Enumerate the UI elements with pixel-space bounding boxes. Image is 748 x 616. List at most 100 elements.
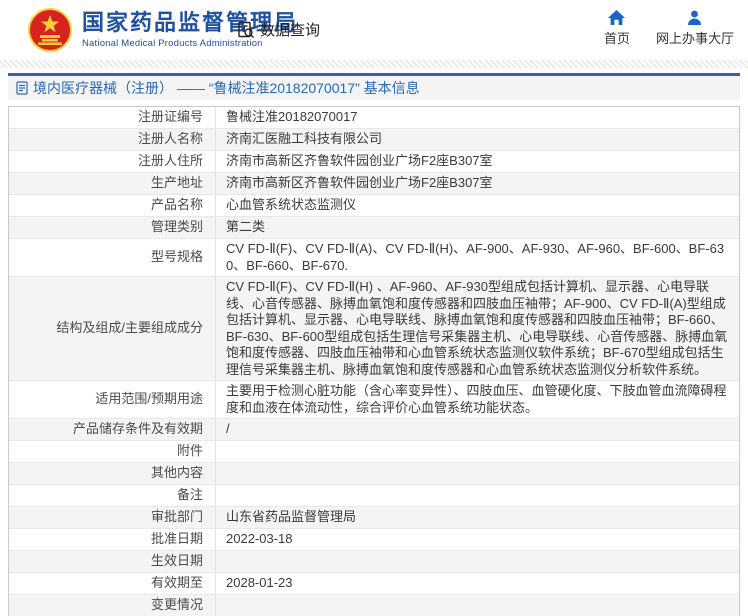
row-value-text: 济南市高新区齐鲁软件园创业广场F2座B307室 — [226, 175, 493, 192]
row-label: 产品名称 — [9, 195, 216, 216]
header-divider — [0, 60, 748, 68]
row-value: 鲁械注准20182070017 — [216, 107, 739, 128]
row-label-text: 审批部门 — [151, 509, 203, 526]
table-row: 生产地址 济南市高新区齐鲁软件园创业广场F2座B307室 — [9, 173, 739, 195]
row-value-text: 2028-01-23 — [226, 575, 293, 592]
row-label-text: 附件 — [177, 443, 203, 460]
row-label-text: 有效期至 — [151, 575, 203, 592]
table-row: 附件 — [9, 441, 739, 463]
row-value: 济南市高新区齐鲁软件园创业广场F2座B307室 — [216, 151, 739, 172]
page-title: 境内医疗器械（注册） —— “鲁械注准20182070017” 基本信息 — [33, 78, 420, 98]
row-label: 生产地址 — [9, 173, 216, 194]
row-label: 注册证编号 — [9, 107, 216, 128]
home-icon — [608, 10, 625, 25]
row-label-text: 结构及组成/主要组成成分 — [56, 320, 203, 337]
row-label-text: 注册人住所 — [138, 153, 203, 170]
row-value-text: 鲁械注准20182070017 — [226, 109, 358, 126]
table-row: 适用范围/预期用途 主要用于检测心脏功能（含心率变异性）、四肢血压、血管硬化度、下… — [9, 381, 739, 419]
row-label: 注册人住所 — [9, 151, 216, 172]
table-row: 变更情况 — [9, 595, 739, 616]
table-row: 产品名称 心血管系统状态监测仪 — [9, 195, 739, 217]
row-value: 济南汇医融工科技有限公司 — [216, 129, 739, 150]
table-row: 型号规格 CV FD-Ⅱ(F)、CV FD-Ⅱ(A)、CV FD-Ⅱ(H)、AF-… — [9, 239, 739, 277]
row-label-text: 注册证编号 — [138, 109, 203, 126]
row-label: 变更情况 — [9, 595, 216, 616]
row-value-text: / — [226, 421, 230, 438]
row-label: 结构及组成/主要组成成分 — [9, 277, 216, 380]
page-title-bar: 境内医疗器械（注册） —— “鲁械注准20182070017” 基本信息 — [8, 73, 740, 100]
site-header: 国家药品监督管理局 National Medical Products Admi… — [0, 0, 748, 60]
row-label-text: 产品名称 — [151, 197, 203, 214]
row-value-text: 2022-03-18 — [226, 531, 293, 548]
row-label: 管理类别 — [9, 217, 216, 238]
nav-home-label: 首页 — [604, 28, 630, 47]
table-row: 有效期至 2028-01-23 — [9, 573, 739, 595]
row-label: 注册人名称 — [9, 129, 216, 150]
row-label: 适用范围/预期用途 — [9, 381, 216, 418]
data-query-label: 数据查询 — [260, 19, 320, 40]
row-value-text: 主要用于检测心脏功能（含心率变异性）、四肢血压、血管硬化度、下肢血管血流障碍程度… — [226, 383, 729, 416]
row-value: 主要用于检测心脏功能（含心率变异性）、四肢血压、血管硬化度、下肢血管血流障碍程度… — [216, 381, 739, 418]
row-value: 山东省药品监督管理局 — [216, 507, 739, 528]
row-value-text: CV FD-Ⅱ(F)、CV FD-Ⅱ(H) 、AF-960、AF-930型组成包… — [226, 279, 729, 378]
table-row: 产品储存条件及有效期 / — [9, 419, 739, 441]
row-value: CV FD-Ⅱ(F)、CV FD-Ⅱ(H) 、AF-960、AF-930型组成包… — [216, 277, 739, 380]
row-value: 济南市高新区齐鲁软件园创业广场F2座B307室 — [216, 173, 739, 194]
document-icon — [16, 81, 28, 95]
table-row: 批准日期 2022-03-18 — [9, 529, 739, 551]
table-row: 注册证编号 鲁械注准20182070017 — [9, 107, 739, 129]
row-label-text: 生效日期 — [151, 553, 203, 570]
row-label: 备注 — [9, 485, 216, 506]
row-value-text: 济南汇医融工科技有限公司 — [226, 131, 382, 148]
row-value — [216, 441, 739, 462]
row-label-text: 型号规格 — [151, 249, 203, 266]
row-value: CV FD-Ⅱ(F)、CV FD-Ⅱ(A)、CV FD-Ⅱ(H)、AF-900、… — [216, 239, 739, 276]
row-value-text: 山东省药品监督管理局 — [226, 509, 356, 526]
row-value — [216, 595, 739, 616]
row-value: 2022-03-18 — [216, 529, 739, 550]
row-label-text: 批准日期 — [151, 531, 203, 548]
row-value — [216, 485, 739, 506]
row-label-text: 变更情况 — [151, 597, 203, 614]
table-row: 生效日期 — [9, 551, 739, 573]
row-label-text: 适用范围/预期用途 — [95, 391, 203, 408]
row-value-text: CV FD-Ⅱ(F)、CV FD-Ⅱ(A)、CV FD-Ⅱ(H)、AF-900、… — [226, 241, 729, 274]
row-value: 2028-01-23 — [216, 573, 739, 594]
nav-service-hall-label: 网上办事大厅 — [656, 28, 734, 47]
table-row: 注册人住所 济南市高新区齐鲁软件园创业广场F2座B307室 — [9, 151, 739, 173]
data-query-icon — [236, 20, 256, 40]
row-value-text: 济南市高新区齐鲁软件园创业广场F2座B307室 — [226, 153, 493, 170]
table-row: 注册人名称济南汇医融工科技有限公司 — [9, 129, 739, 151]
row-value — [216, 463, 739, 484]
row-label-text: 备注 — [177, 487, 203, 504]
row-label: 批准日期 — [9, 529, 216, 550]
registration-info-table: 注册证编号鲁械注准20182070017注册人名称济南汇医融工科技有限公司注册人… — [8, 106, 740, 616]
table-row: 备注 — [9, 485, 739, 507]
row-label: 附件 — [9, 441, 216, 462]
row-value-text: 心血管系统状态监测仪 — [226, 197, 356, 214]
row-label: 审批部门 — [9, 507, 216, 528]
nav-service-hall[interactable]: 网上办事大厅 — [656, 10, 734, 47]
table-row: 其他内容 — [9, 463, 739, 485]
row-label-text: 管理类别 — [151, 219, 203, 236]
row-label: 生效日期 — [9, 551, 216, 572]
table-row: 结构及组成/主要组成成分 CV FD-Ⅱ(F)、CV FD-Ⅱ(H) 、AF-96… — [9, 277, 739, 381]
row-value — [216, 551, 739, 572]
national-emblem-icon — [28, 8, 72, 52]
top-nav: 首页 网上办事大厅 — [604, 10, 734, 47]
row-value: / — [216, 419, 739, 440]
row-value: 心血管系统状态监测仪 — [216, 195, 739, 216]
row-label-text: 产品储存条件及有效期 — [73, 421, 203, 438]
row-label-text: 生产地址 — [151, 175, 203, 192]
data-query-nav[interactable]: 数据查询 — [236, 19, 320, 40]
table-row: 审批部门 山东省药品监督管理局 — [9, 507, 739, 529]
page: 国家药品监督管理局 National Medical Products Admi… — [0, 0, 748, 616]
row-label: 其他内容 — [9, 463, 216, 484]
row-label-text: 其他内容 — [151, 465, 203, 482]
row-label: 型号规格 — [9, 239, 216, 276]
person-icon — [687, 10, 702, 25]
row-value: 第二类 — [216, 217, 739, 238]
row-value-text: 第二类 — [226, 219, 265, 236]
row-label: 产品储存条件及有效期 — [9, 419, 216, 440]
nav-home[interactable]: 首页 — [604, 10, 630, 47]
